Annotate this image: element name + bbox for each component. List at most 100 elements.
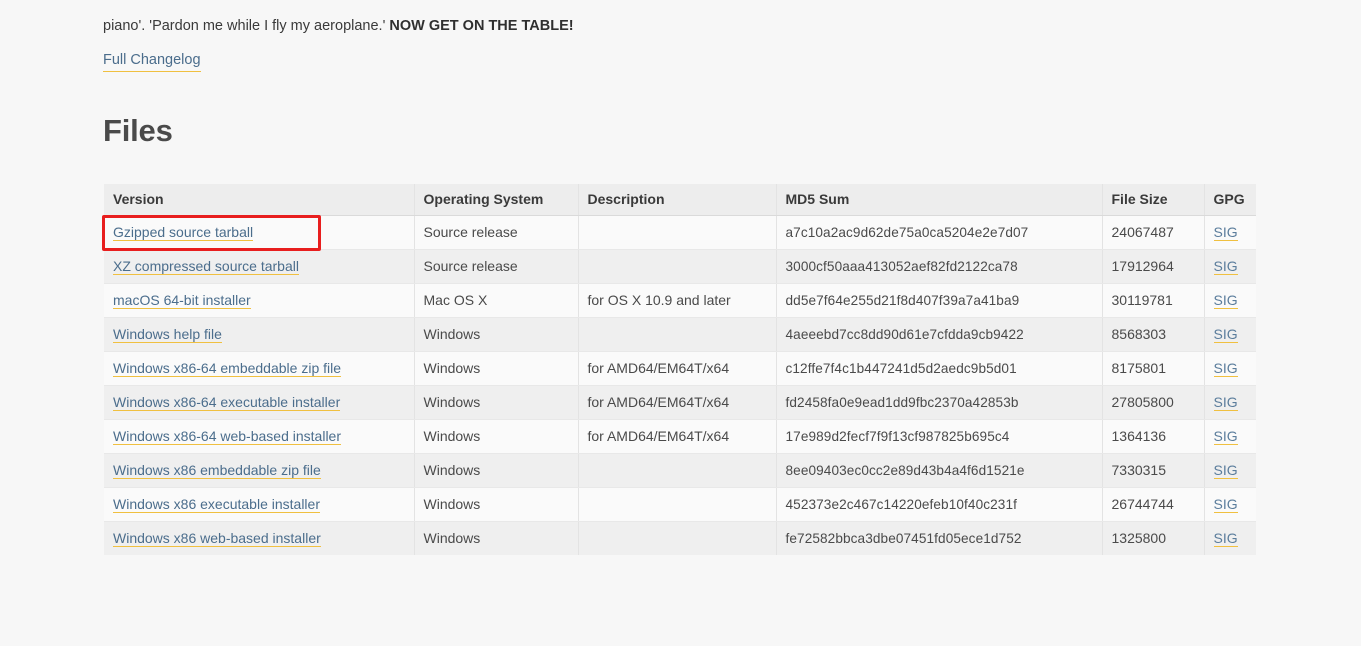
file-download-link[interactable]: Windows x86-64 web-based installer [113, 428, 341, 445]
gpg-signature-link[interactable]: SIG [1214, 530, 1238, 547]
file-download-link[interactable]: Windows x86 executable installer [113, 496, 320, 513]
cell-version: Windows x86-64 executable installer [104, 385, 414, 419]
cell-description [578, 317, 776, 351]
column-header-gpg: GPG [1204, 184, 1256, 215]
files-table-head: Version Operating System Description MD5… [104, 184, 1256, 215]
gpg-signature-link[interactable]: SIG [1214, 258, 1238, 275]
cell-file-size: 1325800 [1102, 521, 1204, 555]
cell-description: for OS X 10.9 and later [578, 283, 776, 317]
cell-version: Windows x86-64 embeddable zip file [104, 351, 414, 385]
cell-description: for AMD64/EM64T/x64 [578, 385, 776, 419]
gpg-signature-link[interactable]: SIG [1214, 394, 1238, 411]
intro-paragraph: piano'. 'Pardon me while I fly my aeropl… [103, 15, 1253, 37]
cell-operating-system: Windows [414, 385, 578, 419]
table-row: Windows x86-64 executable installer Windo… [104, 385, 1256, 419]
cell-operating-system: Windows [414, 317, 578, 351]
cell-operating-system: Windows [414, 487, 578, 521]
cell-version: Windows help file [104, 317, 414, 351]
cell-description [578, 215, 776, 249]
cell-gpg: SIG [1204, 317, 1256, 351]
table-row: Windows x86-64 embeddable zip file Window… [104, 351, 1256, 385]
gpg-signature-link[interactable]: SIG [1214, 428, 1238, 445]
cell-gpg: SIG [1204, 351, 1256, 385]
cell-file-size: 8175801 [1102, 351, 1204, 385]
cell-md5-sum: 4aeeebd7cc8dd90d61e7cfdda9cb9422 [776, 317, 1102, 351]
cell-file-size: 17912964 [1102, 249, 1204, 283]
cell-version: Windows x86 web-based installer [104, 521, 414, 555]
table-row: Windows x86-64 web-based installerWindow… [104, 419, 1256, 453]
cell-version: Windows x86 executable installer [104, 487, 414, 521]
file-download-link[interactable]: Windows help file [113, 326, 222, 343]
cell-gpg: SIG [1204, 521, 1256, 555]
page-root: piano'. 'Pardon me while I fly my aeropl… [0, 0, 1361, 646]
gpg-signature-link[interactable]: SIG [1214, 496, 1238, 513]
file-download-link[interactable]: XZ compressed source tarball [113, 258, 299, 275]
table-row: Windows x86 web-based installer Windows fe… [104, 521, 1256, 555]
cell-gpg: SIG [1204, 453, 1256, 487]
files-table-container: Version Operating System Description MD5… [104, 184, 1256, 555]
cell-version: Gzipped source tarball [104, 215, 414, 249]
cell-operating-system: Windows [414, 351, 578, 385]
cell-gpg: SIG [1204, 283, 1256, 317]
cell-description: for AMD64/EM64T/x64 [578, 419, 776, 453]
cell-md5-sum: dd5e7f64e255d21f8d407f39a7a41ba9 [776, 283, 1102, 317]
gpg-signature-link[interactable]: SIG [1214, 292, 1238, 309]
cell-gpg: SIG [1204, 487, 1256, 521]
cell-version: Windows x86 embeddable zip file [104, 453, 414, 487]
table-row: Windows x86 embeddable zip file Windows 8e… [104, 453, 1256, 487]
file-download-link[interactable]: Windows x86-64 embeddable zip file [113, 360, 341, 377]
file-download-link[interactable]: Windows x86 embeddable zip file [113, 462, 321, 479]
table-row: Gzipped source tarball Source release a7c1… [104, 215, 1256, 249]
cell-md5-sum: fe72582bbca3dbe07451fd05ece1d752 [776, 521, 1102, 555]
column-header-description: Description [578, 184, 776, 215]
intro-paragraph-plain: piano'. 'Pardon me while I fly my aeropl… [103, 18, 389, 34]
cell-gpg: SIG [1204, 385, 1256, 419]
cell-version: Windows x86-64 web-based installer [104, 419, 414, 453]
file-download-link[interactable]: Gzipped source tarball [113, 224, 253, 241]
column-header-operating-system: Operating System [414, 184, 578, 215]
cell-description [578, 487, 776, 521]
cell-file-size: 1364136 [1102, 419, 1204, 453]
file-download-link[interactable]: Windows x86-64 executable installer [113, 394, 340, 411]
cell-version: macOS 64-bit installer [104, 283, 414, 317]
cell-description [578, 521, 776, 555]
cell-gpg: SIG [1204, 419, 1256, 453]
cell-md5-sum: c12ffe7f4c1b447241d5d2aedc9b5d01 [776, 351, 1102, 385]
file-download-link[interactable]: Windows x86 web-based installer [113, 530, 321, 547]
gpg-signature-link[interactable]: SIG [1214, 462, 1238, 479]
table-row: Windows help file Windows 4aeeebd7cc8dd90d… [104, 317, 1256, 351]
cell-gpg: SIG [1204, 249, 1256, 283]
gpg-signature-link[interactable]: SIG [1214, 326, 1238, 343]
column-header-version: Version [104, 184, 414, 215]
cell-md5-sum: 17e989d2fecf7f9f13cf987825b695c4 [776, 419, 1102, 453]
cell-file-size: 8568303 [1102, 317, 1204, 351]
cell-description: for AMD64/EM64T/x64 [578, 351, 776, 385]
cell-md5-sum: 8ee09403ec0cc2e89d43b4a4f6d1521e [776, 453, 1102, 487]
cell-gpg: SIG [1204, 215, 1256, 249]
cell-operating-system: Windows [414, 453, 578, 487]
table-row: Windows x86 executable installer Windows 4… [104, 487, 1256, 521]
table-row: macOS 64-bit installer Mac OS Xfor OS X 1… [104, 283, 1256, 317]
cell-md5-sum: 3000cf50aaa413052aef82fd2122ca78 [776, 249, 1102, 283]
files-table-body: Gzipped source tarball Source release a7c1… [104, 215, 1256, 555]
gpg-signature-link[interactable]: SIG [1214, 224, 1238, 241]
cell-file-size: 7330315 [1102, 453, 1204, 487]
files-table: Version Operating System Description MD5… [104, 184, 1256, 555]
cell-md5-sum: a7c10a2ac9d62de75a0ca5204e2e7d07 [776, 215, 1102, 249]
intro-paragraph-emphasis: NOW GET ON THE TABLE! [389, 18, 573, 34]
full-changelog-link[interactable]: Full Changelog [103, 50, 201, 72]
cell-operating-system: Mac OS X [414, 283, 578, 317]
cell-file-size: 27805800 [1102, 385, 1204, 419]
cell-operating-system: Windows [414, 521, 578, 555]
table-header-row: Version Operating System Description MD5… [104, 184, 1256, 215]
cell-operating-system: Source release [414, 215, 578, 249]
cell-md5-sum: 452373e2c467c14220efeb10f40c231f [776, 487, 1102, 521]
cell-description [578, 453, 776, 487]
cell-file-size: 26744744 [1102, 487, 1204, 521]
cell-file-size: 30119781 [1102, 283, 1204, 317]
table-row: XZ compressed source tarball Source relea… [104, 249, 1256, 283]
gpg-signature-link[interactable]: SIG [1214, 360, 1238, 377]
cell-md5-sum: fd2458fa0e9ead1dd9fbc2370a42853b [776, 385, 1102, 419]
file-download-link[interactable]: macOS 64-bit installer [113, 292, 251, 309]
cell-operating-system: Source release [414, 249, 578, 283]
